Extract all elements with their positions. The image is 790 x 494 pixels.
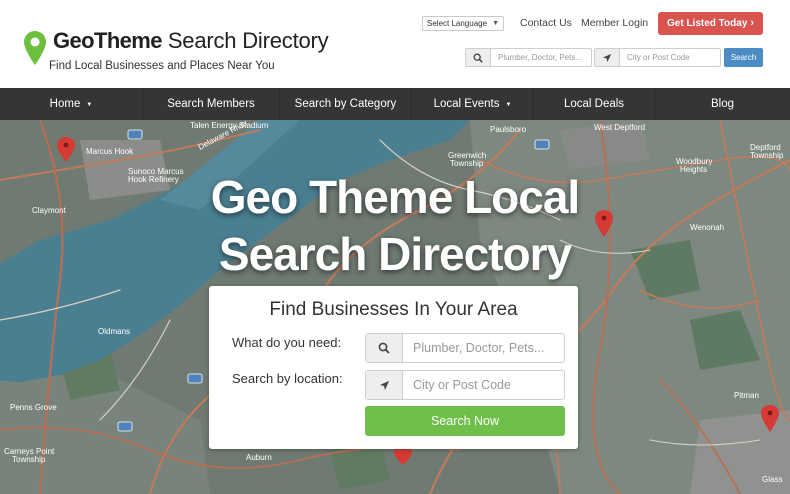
get-listed-label: Get Listed Today xyxy=(667,18,748,29)
map-label-west-deptford: West Deptford xyxy=(594,123,645,132)
member-login-link[interactable]: Member Login xyxy=(581,17,648,29)
nav-item-label: Blog xyxy=(710,98,735,110)
hero-title-line-1: Geo Theme Local xyxy=(210,171,580,223)
search-now-button[interactable]: Search Now xyxy=(365,406,565,436)
language-select[interactable]: Select Language ▼ xyxy=(422,16,504,31)
where-label: Search by location: xyxy=(232,371,343,386)
what-label: What do you need: xyxy=(232,335,342,350)
nav-item-local-events[interactable]: Local Events ▼ xyxy=(412,88,534,120)
site-header: GeoTheme Search Directory Find Local Bus… xyxy=(0,0,790,88)
header-where-input[interactable]: City or Post Code xyxy=(620,49,720,66)
search-icon xyxy=(466,49,491,66)
nav-item-label: Local Events xyxy=(433,98,500,110)
map-label-paulsboro: Paulsboro xyxy=(490,125,527,134)
nav-item-label: Search Members xyxy=(167,98,255,110)
nav-item-search-by-category[interactable]: Search by Category xyxy=(280,88,412,120)
location-arrow-icon xyxy=(595,49,620,66)
location-arrow-icon xyxy=(366,371,403,399)
header-what-field[interactable]: Plumber, Doctor, Pets... xyxy=(465,48,592,67)
site-tagline: Find Local Businesses and Places Near Yo… xyxy=(49,60,275,72)
what-field[interactable]: Plumber, Doctor, Pets... xyxy=(365,333,565,363)
search-card-title: Find Businesses In Your Area xyxy=(269,299,518,320)
site-title-rest: Search Directory xyxy=(161,28,329,53)
header-search-button[interactable]: Search xyxy=(724,48,763,67)
what-input[interactable]: Plumber, Doctor, Pets... xyxy=(403,334,564,362)
nav-item-label: Home xyxy=(49,98,81,110)
nav-item-label: Search by Category xyxy=(294,98,397,110)
where-field[interactable]: City or Post Code xyxy=(365,370,565,400)
site-title-bold: GeoTheme xyxy=(53,28,163,53)
caret-down-icon: ▼ xyxy=(86,101,93,108)
get-listed-button[interactable]: Get Listed Today › xyxy=(658,12,763,35)
nav-item-local-deals[interactable]: Local Deals xyxy=(534,88,655,120)
contact-link[interactable]: Contact Us xyxy=(520,17,572,29)
map-label-penns-grove: Penns Grove xyxy=(10,403,57,412)
header-where-field[interactable]: City or Post Code xyxy=(594,48,721,67)
header-what-input[interactable]: Plumber, Doctor, Pets... xyxy=(491,49,591,66)
map-label-pitman: Pitman xyxy=(734,391,759,400)
where-input[interactable]: City or Post Code xyxy=(403,371,564,399)
map-label-oldmans: Oldmans xyxy=(98,327,130,336)
map-label-deptford-2: Township xyxy=(750,151,784,160)
caret-down-icon: ▼ xyxy=(492,20,499,27)
map-label-carneys-point-2: Township xyxy=(12,455,46,464)
nav-item-home[interactable]: Home ▼ xyxy=(0,88,143,120)
chevron-right-icon: › xyxy=(750,17,754,29)
nav-item-search-members[interactable]: Search Members xyxy=(143,88,280,120)
map-label-greenwich-2: Township xyxy=(450,159,484,168)
hero-section: Marcus Hook Sunoco Marcus Hook Refinery … xyxy=(0,120,790,494)
map-label-auburn: Auburn xyxy=(246,453,272,462)
language-select-value: Select Language xyxy=(427,19,488,28)
search-card: Find Businesses In Your Area What do you… xyxy=(209,286,578,449)
caret-down-icon: ▼ xyxy=(505,101,512,108)
search-icon xyxy=(366,334,403,362)
nav-item-label: Local Deals xyxy=(563,98,625,110)
map-label-glassboro: Glass xyxy=(762,475,782,484)
map-pin-icon xyxy=(24,31,46,65)
map-label-marcus-hook: Marcus Hook xyxy=(86,147,134,156)
site-logo[interactable]: GeoTheme Search Directory Find Local Bus… xyxy=(24,28,329,72)
site-title: GeoTheme Search Directory xyxy=(53,28,329,53)
main-nav: Home ▼ Search Members Search by Category … xyxy=(0,88,790,120)
hero-title-line-2: Search Directory xyxy=(218,228,572,280)
nav-item-blog[interactable]: Blog xyxy=(655,88,790,120)
